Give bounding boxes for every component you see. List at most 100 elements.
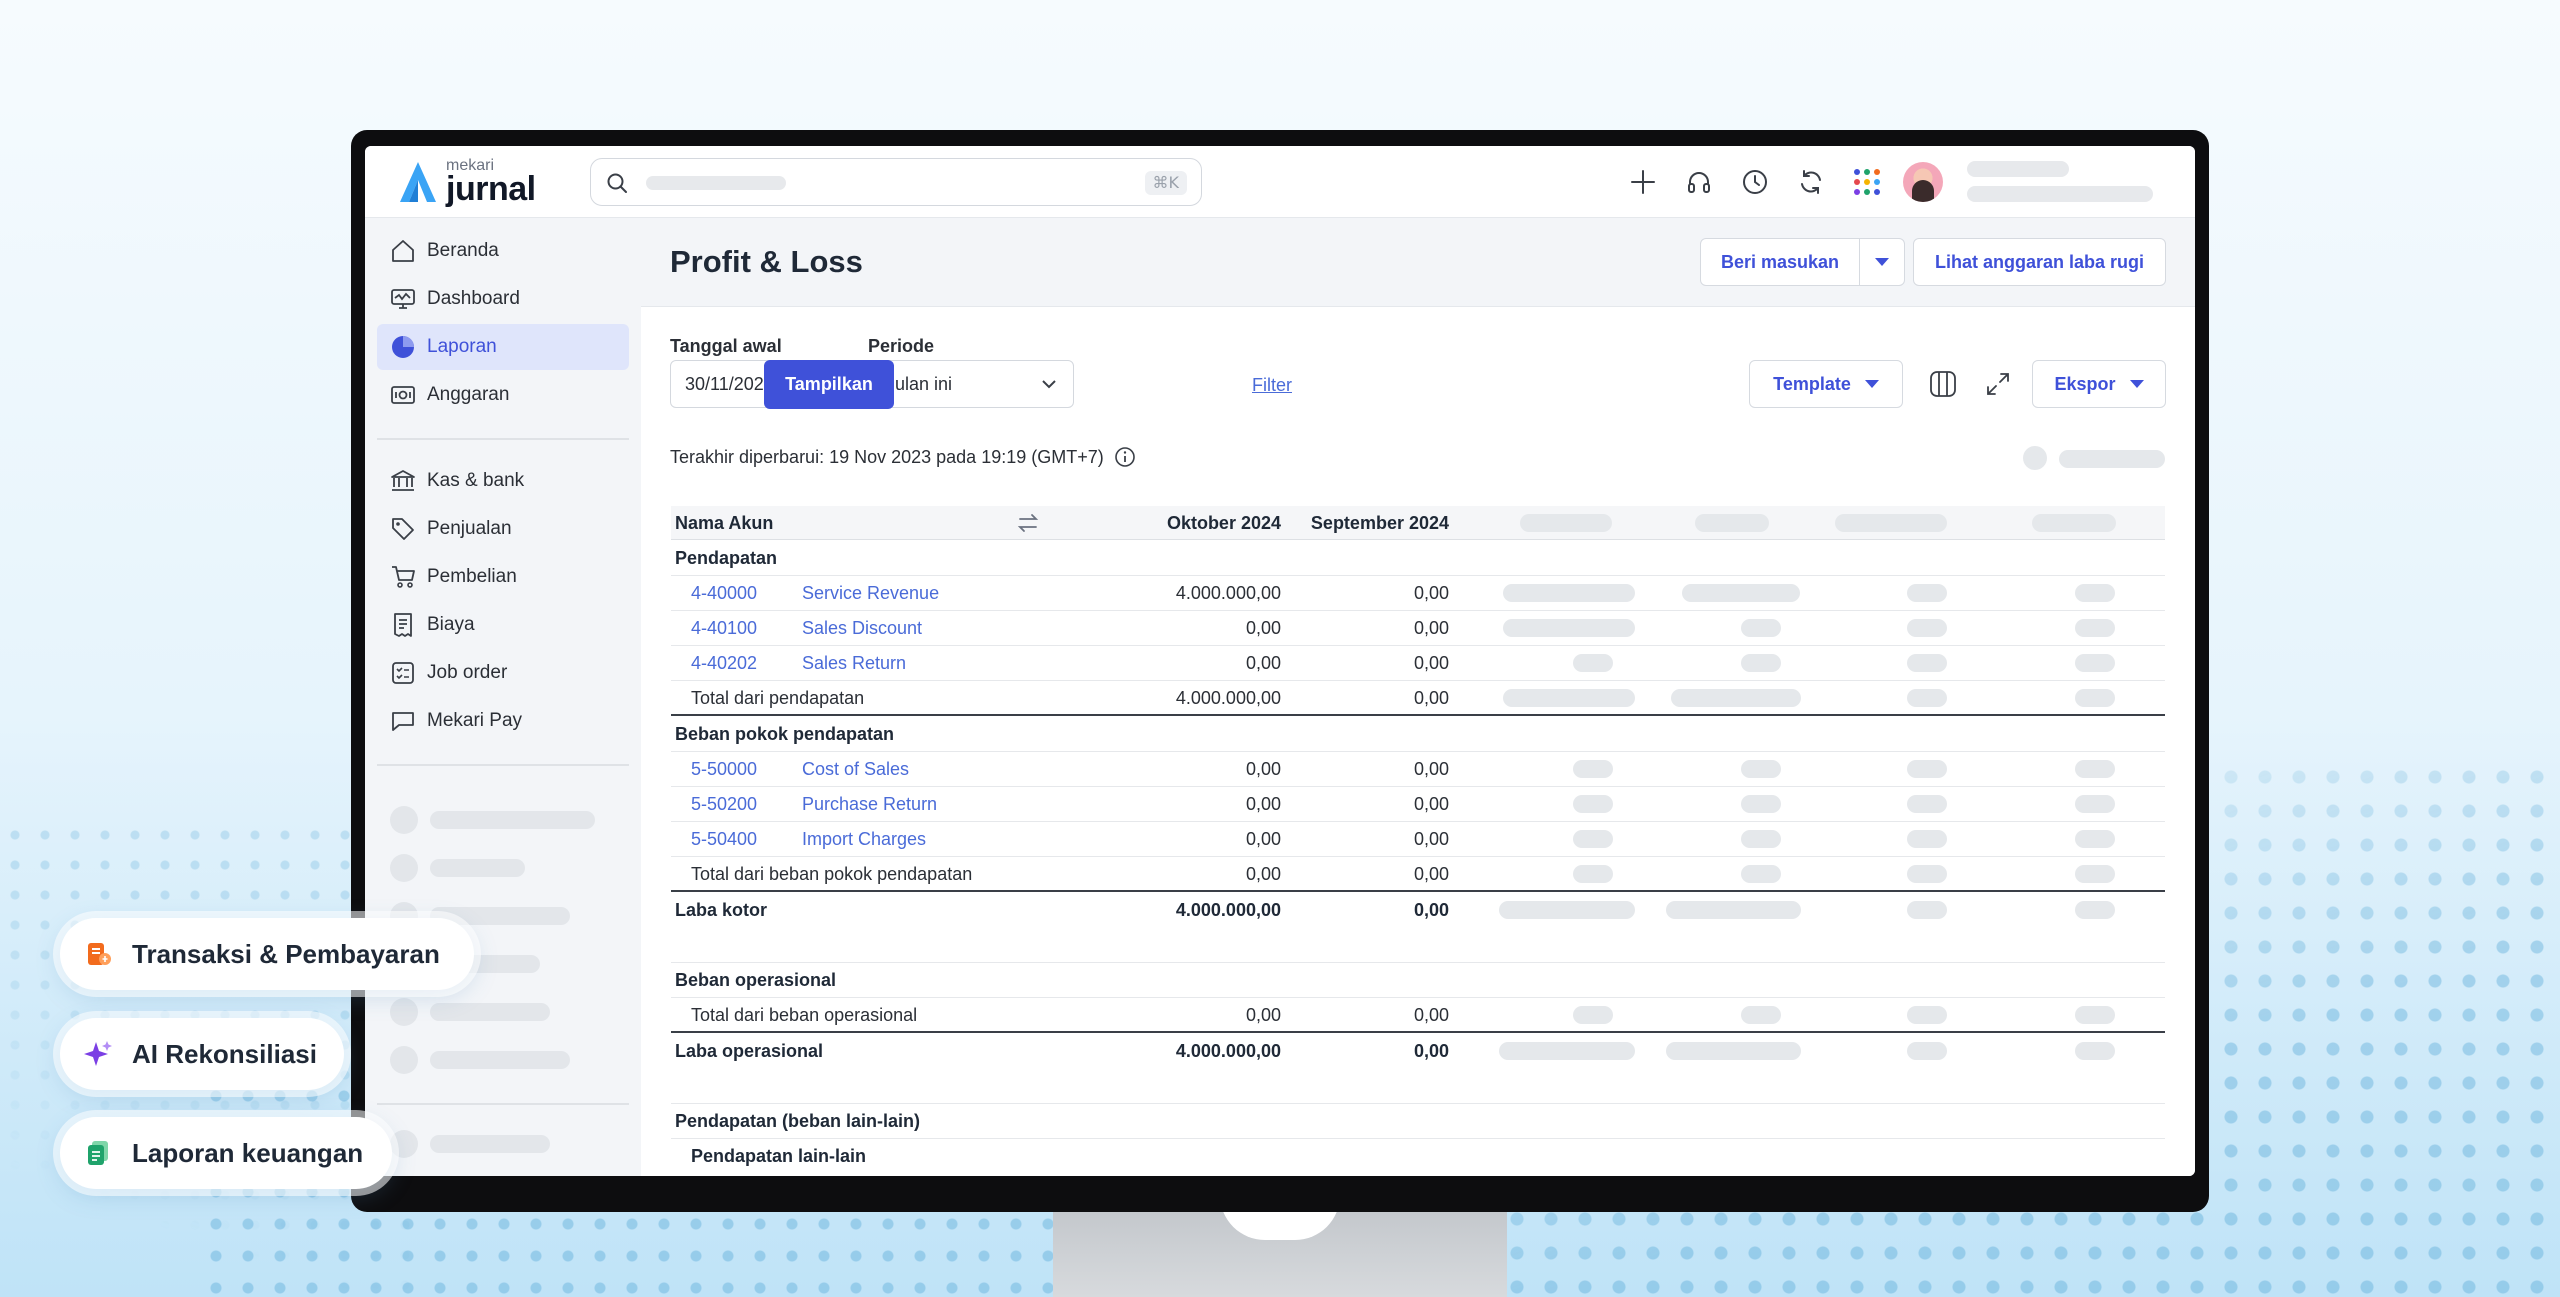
value-sep[interactable]: 0,00 [1291, 864, 1449, 885]
value-sep[interactable]: 0,00 [1291, 653, 1449, 674]
sidebar-skeleton-icon [390, 1046, 418, 1074]
value-sep[interactable]: 0,00 [1291, 759, 1449, 780]
app-logo[interactable]: mekari jurnal [398, 156, 536, 208]
column-header-sep[interactable]: September 2024 [1291, 513, 1449, 534]
loading-skeleton [2075, 760, 2115, 778]
sidebar-item-laporan[interactable]: Laporan [377, 324, 629, 370]
table-row: Pendapatan (beban lain-lain) [671, 1104, 2165, 1139]
sidebar-skeleton-label [430, 1051, 570, 1069]
value-oct[interactable]: 0,00 [1071, 1005, 1281, 1026]
template-button-label: Template [1773, 373, 1851, 394]
value-sep[interactable]: 0,00 [1291, 618, 1449, 639]
value-oct[interactable]: 4.000.000,00 [1071, 1041, 1281, 1062]
account-name[interactable]: Cost of Sales [802, 759, 909, 780]
sidebar-item-beranda[interactable]: Beranda [377, 228, 629, 274]
loading-skeleton [1741, 654, 1781, 672]
account-code[interactable]: 5-50000 [691, 759, 757, 780]
sync-icon[interactable] [1791, 162, 1831, 202]
loading-skeleton [1741, 760, 1781, 778]
value-oct[interactable]: 4.000.000,00 [1071, 688, 1281, 709]
loading-skeleton [1907, 830, 1947, 848]
headset-icon[interactable] [1679, 162, 1719, 202]
sidebar-item-job-order[interactable]: Job order [377, 650, 629, 696]
loading-skeleton [2075, 689, 2115, 707]
table-row-total: Total dari beban operasional 0,00 0,00 [671, 998, 2165, 1033]
loading-skeleton [1671, 689, 1801, 707]
value-sep[interactable]: 0,00 [1291, 829, 1449, 850]
search-input[interactable]: ⌘K [590, 158, 1202, 206]
account-code[interactable]: 4-40000 [691, 583, 757, 604]
loading-skeleton [2075, 795, 2115, 813]
avatar[interactable] [1903, 162, 1943, 202]
account-code[interactable]: 4-40202 [691, 653, 757, 674]
column-header-oct[interactable]: Oktober 2024 [1066, 513, 1281, 534]
loading-skeleton [1907, 584, 1947, 602]
value-sep[interactable]: 0,00 [1291, 1005, 1449, 1026]
account-name[interactable]: Service Revenue [802, 583, 939, 604]
last-updated-text: Terakhir diperbarui: 19 Nov 2023 pada 19… [670, 446, 1104, 467]
receipt-icon [389, 611, 417, 639]
loading-skeleton [1499, 901, 1635, 919]
period-select[interactable]: Bulan ini [868, 360, 1074, 408]
feedback-dropdown-button[interactable] [1859, 238, 1905, 286]
sidebar-item-biaya[interactable]: Biaya [377, 602, 629, 648]
checklist-icon [389, 659, 417, 687]
sidebar-item-kas-bank[interactable]: Kas & bank [377, 458, 629, 504]
value-oct[interactable]: 0,00 [1071, 653, 1281, 674]
total-label: Total dari pendapatan [691, 688, 865, 708]
loading-skeleton [1573, 1006, 1613, 1024]
jurnal-logo-icon [400, 162, 436, 202]
column-header-account[interactable]: Nama Akun [675, 513, 773, 534]
export-button-label: Ekspor [2054, 373, 2116, 394]
swap-icon[interactable] [1017, 513, 1039, 533]
loading-skeleton [1695, 514, 1769, 532]
feedback-button[interactable]: Beri masukan [1700, 238, 1860, 286]
account-name[interactable]: Sales Discount [802, 618, 922, 639]
chip-label: Transaksi & Pembayaran [132, 938, 440, 969]
sidebar-item-mekari-pay[interactable]: Mekari Pay [377, 698, 629, 744]
sidebar-item-label: Dashboard [427, 288, 520, 309]
value-oct[interactable]: 0,00 [1071, 864, 1281, 885]
expand-icon[interactable] [1980, 366, 2016, 402]
report-stack-icon [78, 1133, 118, 1173]
value-sep[interactable]: 0,00 [1291, 1041, 1449, 1062]
history-clock-icon[interactable] [1735, 162, 1775, 202]
filter-link[interactable]: Filter [1252, 375, 1292, 396]
value-oct[interactable]: 0,00 [1071, 759, 1281, 780]
value-sep[interactable]: 0,00 [1291, 583, 1449, 604]
account-code[interactable]: 5-50400 [691, 829, 757, 850]
account-code[interactable]: 5-50200 [691, 794, 757, 815]
value-oct[interactable]: 0,00 [1071, 618, 1281, 639]
value-sep[interactable]: 0,00 [1291, 688, 1449, 709]
sidebar-item-label: Penjualan [427, 518, 512, 539]
add-icon[interactable] [1623, 162, 1663, 202]
info-icon[interactable] [1114, 446, 1136, 468]
apps-grid-icon[interactable] [1847, 162, 1887, 202]
budget-view-button[interactable]: Lihat anggaran laba rugi [1913, 238, 2166, 286]
loading-skeleton [2023, 446, 2047, 470]
sidebar-item-anggaran[interactable]: Anggaran [377, 372, 629, 418]
feature-chip-financial-report[interactable]: Laporan keuangan [60, 1117, 392, 1189]
value-oct[interactable]: 0,00 [1071, 829, 1281, 850]
sidebar-item-penjualan[interactable]: Penjualan [377, 506, 629, 552]
account-code[interactable]: 4-40100 [691, 618, 757, 639]
template-button[interactable]: Template [1749, 360, 1903, 408]
sidebar-item-dashboard[interactable]: Dashboard [377, 276, 629, 322]
value-sep[interactable]: 0,00 [1291, 794, 1449, 815]
value-oct[interactable]: 4.000.000,00 [1071, 583, 1281, 604]
feature-chip-transactions[interactable]: Transaksi & Pembayaran [60, 918, 474, 990]
last-updated: Terakhir diperbarui: 19 Nov 2023 pada 19… [670, 446, 1136, 468]
table-row-total: Total dari pendapatan 4.000.000,00 0,00 [671, 681, 2165, 716]
account-name[interactable]: Sales Return [802, 653, 906, 674]
value-oct[interactable]: 4.000.000,00 [1071, 900, 1281, 921]
columns-icon[interactable] [1925, 366, 1961, 402]
account-name[interactable]: Import Charges [802, 829, 926, 850]
sidebar-item-pembelian[interactable]: Pembelian [377, 554, 629, 600]
account-name[interactable]: Purchase Return [802, 794, 937, 815]
export-button[interactable]: Ekspor [2032, 360, 2166, 408]
loading-skeleton [2075, 1006, 2115, 1024]
value-sep[interactable]: 0,00 [1291, 900, 1449, 921]
feature-chip-ai-reconciliation[interactable]: AI Rekonsiliasi [60, 1018, 344, 1090]
show-report-button[interactable]: Tampilkan [764, 360, 894, 409]
value-oct[interactable]: 0,00 [1071, 794, 1281, 815]
